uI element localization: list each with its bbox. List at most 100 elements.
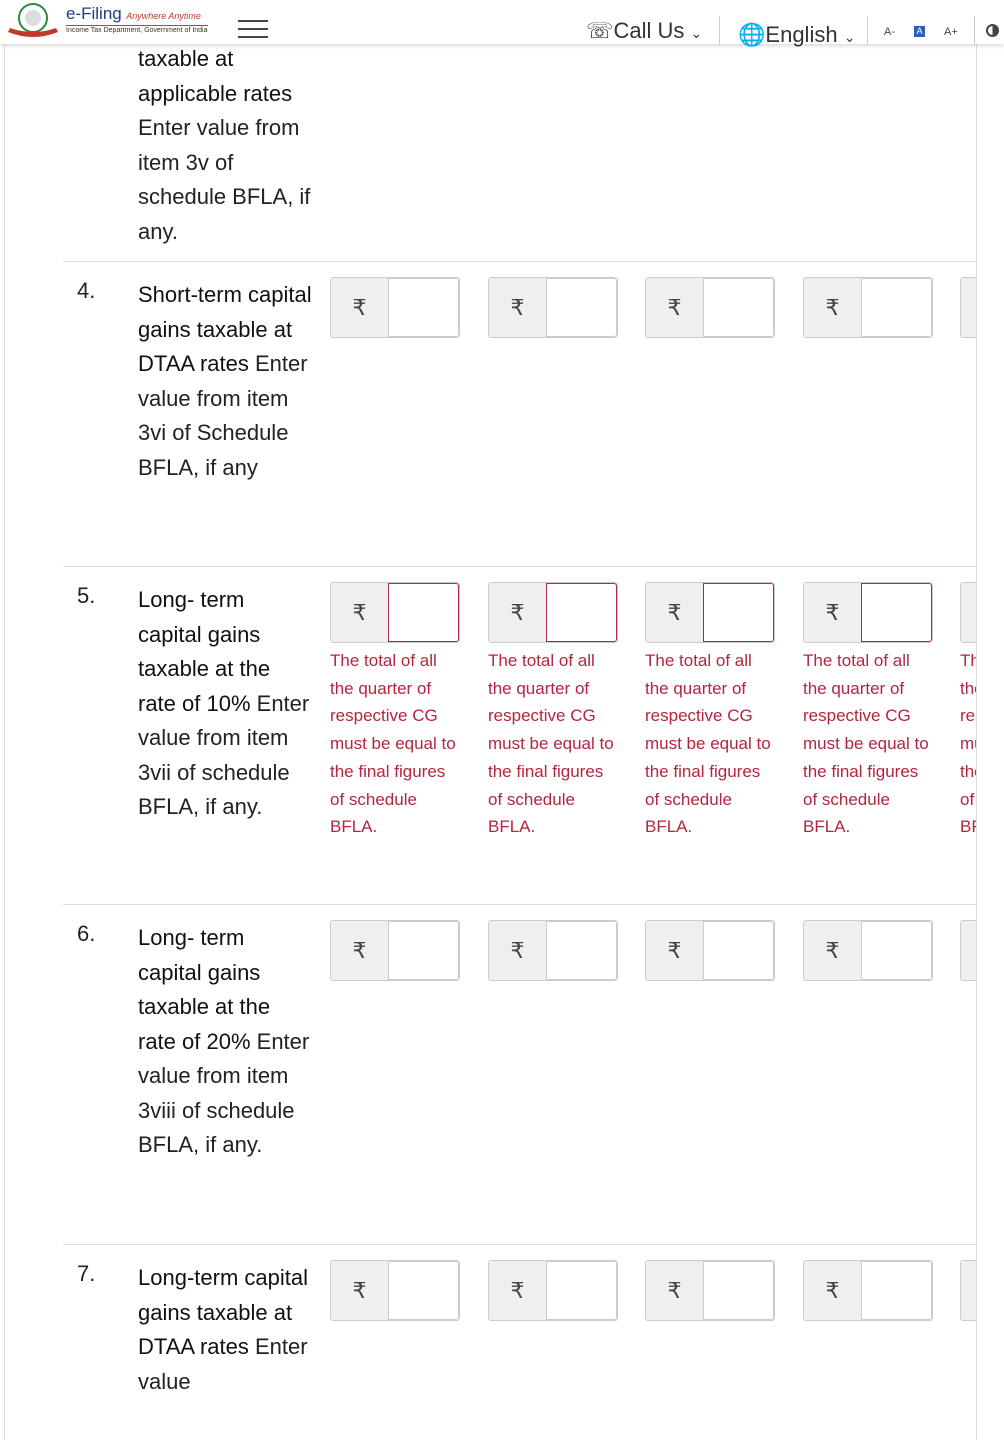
font-normal-button[interactable]: A xyxy=(914,26,925,37)
error-message: The total of all the quarter of respecti… xyxy=(645,651,771,837)
divider xyxy=(867,16,868,46)
table-row: taxable at applicable rates Enter value … xyxy=(63,44,976,262)
amount-input[interactable]: ₹ xyxy=(960,920,976,981)
row-label: Long-term capital gains taxable at DTAA … xyxy=(138,1261,313,1399)
row-title: taxable at applicable rates xyxy=(138,46,293,106)
row-title: Long- term capital gains taxable at the … xyxy=(138,587,271,716)
chevron-down-icon: ⌄ xyxy=(843,29,856,45)
amount-input[interactable]: ₹ xyxy=(803,582,933,643)
amount-value[interactable] xyxy=(546,583,617,642)
amount-value[interactable] xyxy=(861,583,932,642)
error-message: The total of all the quarter of respecti… xyxy=(330,651,456,837)
divider xyxy=(719,16,720,46)
table-row: 4. Short-term capital gains taxable at D… xyxy=(63,262,976,567)
rupee-icon: ₹ xyxy=(804,583,861,642)
top-header: e-Filing Anywhere Anytime Income Tax Dep… xyxy=(0,0,1004,47)
row-label: Long- term capital gains taxable at the … xyxy=(138,921,313,1163)
call-us-label: Call Us xyxy=(613,18,685,43)
rupee-icon: ₹ xyxy=(331,1261,388,1320)
table-row: 6. Long- term capital gains taxable at t… xyxy=(63,905,976,1245)
logo-tagline: Anywhere Anytime xyxy=(126,11,201,21)
rupee-icon: ₹ xyxy=(646,921,703,980)
rupee-icon: ₹ xyxy=(646,278,703,337)
row-label: Long- term capital gains taxable at the … xyxy=(138,583,313,825)
rupee-icon: ₹ xyxy=(646,583,703,642)
amount-input[interactable]: ₹ xyxy=(488,277,618,338)
row-number: 5. xyxy=(77,583,96,608)
rupee-icon: ₹ xyxy=(331,583,388,642)
rupee-icon: ₹ xyxy=(804,921,861,980)
amount-value[interactable] xyxy=(703,278,774,337)
rupee-icon: ₹ xyxy=(961,921,976,980)
amount-value[interactable] xyxy=(861,1261,932,1320)
amount-input[interactable]: ₹ xyxy=(803,920,933,981)
rupee-icon: ₹ xyxy=(331,921,388,980)
phone-icon: ☏ xyxy=(586,18,614,43)
amount-input[interactable]: ₹ xyxy=(330,277,460,338)
amount-input[interactable]: ₹ xyxy=(488,582,618,643)
contrast-toggle-icon[interactable] xyxy=(986,24,999,37)
language-dropdown[interactable]: 🌐English ⌄ xyxy=(738,22,855,48)
amount-value[interactable] xyxy=(388,1261,459,1320)
amount-input[interactable]: ₹ xyxy=(960,1260,976,1321)
call-us-dropdown[interactable]: ☏Call Us ⌄ xyxy=(586,18,702,44)
rupee-icon: ₹ xyxy=(961,278,976,337)
table-row: 7. Long-term capital gains taxable at DT… xyxy=(63,1245,976,1435)
amount-value[interactable] xyxy=(546,278,617,337)
row-number: 4. xyxy=(77,278,96,303)
amount-input[interactable]: ₹ xyxy=(645,1260,775,1321)
amount-value[interactable] xyxy=(388,278,459,337)
amount-value[interactable] xyxy=(388,921,459,980)
row-number: 7. xyxy=(77,1261,96,1286)
amount-input[interactable]: ₹ xyxy=(960,582,976,643)
font-increase-button[interactable]: A+ xyxy=(944,26,958,38)
amount-input[interactable]: ₹ xyxy=(330,582,460,643)
amount-input[interactable]: ₹ xyxy=(803,1260,933,1321)
amount-input[interactable]: ₹ xyxy=(645,582,775,643)
language-label: English xyxy=(765,22,838,47)
error-message: The total of all the quarter of respecti… xyxy=(803,651,929,837)
rupee-icon: ₹ xyxy=(961,1261,976,1320)
amount-input[interactable]: ₹ xyxy=(488,920,618,981)
capital-gains-table: taxable at applicable rates Enter value … xyxy=(4,44,977,1440)
emblem-logo-icon xyxy=(8,3,58,37)
amount-value[interactable] xyxy=(703,1261,774,1320)
amount-input[interactable]: ₹ xyxy=(960,277,976,338)
rupee-icon: ₹ xyxy=(489,583,546,642)
amount-value[interactable] xyxy=(388,583,459,642)
error-message: The total of all the quarter of respecti… xyxy=(960,651,976,837)
rupee-icon: ₹ xyxy=(804,1261,861,1320)
amount-input[interactable]: ₹ xyxy=(330,920,460,981)
efiling-logo[interactable]: e-Filing Anywhere Anytime Income Tax Dep… xyxy=(66,4,208,34)
divider xyxy=(974,16,975,46)
logo-title: e-Filing xyxy=(66,4,122,23)
amount-value[interactable] xyxy=(861,278,932,337)
row-label: taxable at applicable rates Enter value … xyxy=(138,44,313,249)
amount-value[interactable] xyxy=(703,921,774,980)
amount-value[interactable] xyxy=(703,583,774,642)
hamburger-menu-icon[interactable] xyxy=(238,20,268,38)
amount-value[interactable] xyxy=(861,921,932,980)
rupee-icon: ₹ xyxy=(489,921,546,980)
chevron-down-icon: ⌄ xyxy=(690,25,703,41)
row-description: Enter value from item 3v of schedule BFL… xyxy=(138,115,311,244)
amount-input[interactable]: ₹ xyxy=(645,920,775,981)
rupee-icon: ₹ xyxy=(489,278,546,337)
error-message: The total of all the quarter of respecti… xyxy=(488,651,614,837)
table-row: 5. Long- term capital gains taxable at t… xyxy=(63,567,976,905)
amount-input[interactable]: ₹ xyxy=(803,277,933,338)
rupee-icon: ₹ xyxy=(646,1261,703,1320)
globe-icon: 🌐 xyxy=(738,22,766,47)
font-decrease-button[interactable]: A- xyxy=(884,26,895,38)
rupee-icon: ₹ xyxy=(804,278,861,337)
amount-input[interactable]: ₹ xyxy=(488,1260,618,1321)
row-label: Short-term capital gains taxable at DTAA… xyxy=(138,278,313,485)
row-title: Long- term capital gains taxable at the … xyxy=(138,925,271,1054)
row-number: 6. xyxy=(77,921,96,946)
amount-value[interactable] xyxy=(546,921,617,980)
logo-subtitle: Income Tax Department, Government of Ind… xyxy=(66,25,208,34)
amount-value[interactable] xyxy=(546,1261,617,1320)
rupee-icon: ₹ xyxy=(331,278,388,337)
amount-input[interactable]: ₹ xyxy=(645,277,775,338)
amount-input[interactable]: ₹ xyxy=(330,1260,460,1321)
